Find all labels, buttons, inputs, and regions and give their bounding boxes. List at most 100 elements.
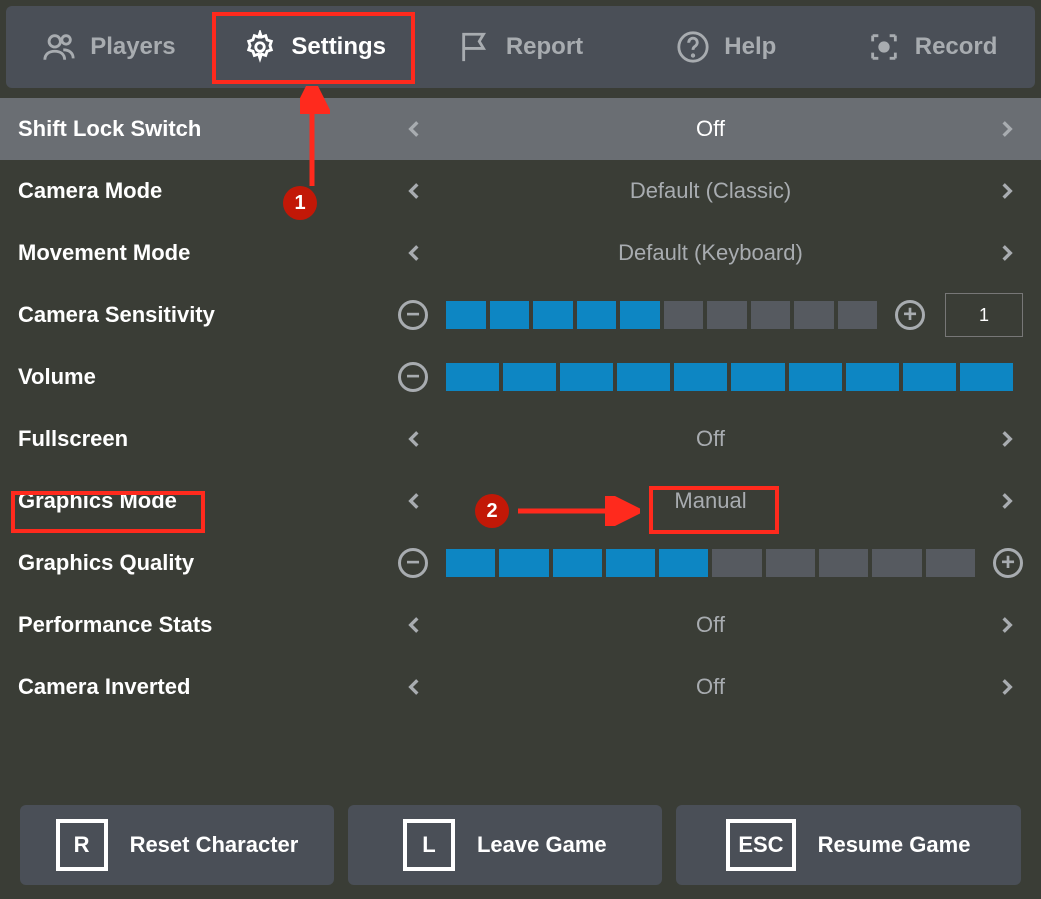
graphics-mode-prev[interactable]: [398, 485, 430, 517]
volume-slider[interactable]: [446, 363, 1013, 391]
segment: [766, 549, 815, 577]
tab-help-label: Help: [724, 33, 776, 61]
chevron-right-icon: [997, 113, 1017, 145]
leave-game-label: Leave Game: [477, 832, 607, 858]
camera-mode-next[interactable]: [991, 175, 1023, 207]
movement-mode-prev[interactable]: [398, 237, 430, 269]
tab-settings-label: Settings: [291, 33, 386, 61]
camera-sensitivity-input[interactable]: [945, 293, 1023, 337]
segment: [617, 363, 670, 391]
volume-minus[interactable]: −: [398, 362, 428, 392]
shift-lock-value: Off: [438, 116, 983, 142]
row-camera-mode: Camera Mode Default (Classic): [0, 160, 1041, 222]
row-graphics-quality: Graphics Quality − +: [0, 532, 1041, 594]
tab-players[interactable]: Players: [6, 6, 212, 88]
camera-sensitivity-minus[interactable]: −: [398, 300, 428, 330]
camera-sensitivity-plus[interactable]: +: [895, 300, 925, 330]
help-icon: [676, 30, 710, 64]
segment: [707, 301, 747, 329]
graphics-quality-slider[interactable]: [446, 549, 975, 577]
camera-inverted-next[interactable]: [991, 671, 1023, 703]
tab-players-label: Players: [90, 33, 175, 61]
row-camera-inverted: Camera Inverted Off: [0, 656, 1041, 718]
segment: [960, 363, 1013, 391]
tab-bar: Players Settings Report Help Record: [6, 6, 1035, 88]
chevron-left-icon: [404, 671, 424, 703]
segment: [620, 301, 660, 329]
segment: [577, 301, 617, 329]
segment: [712, 549, 761, 577]
segment: [731, 363, 784, 391]
tab-record[interactable]: Record: [829, 6, 1035, 88]
label-volume: Volume: [18, 364, 398, 390]
tab-record-label: Record: [915, 33, 998, 61]
movement-mode-value: Default (Keyboard): [438, 240, 983, 266]
graphics-mode-next[interactable]: [991, 485, 1023, 517]
label-camera-inverted: Camera Inverted: [18, 674, 398, 700]
label-shift-lock: Shift Lock Switch: [18, 116, 398, 142]
fullscreen-prev[interactable]: [398, 423, 430, 455]
fullscreen-next[interactable]: [991, 423, 1023, 455]
performance-stats-prev[interactable]: [398, 609, 430, 641]
label-fullscreen: Fullscreen: [18, 426, 398, 452]
camera-mode-prev[interactable]: [398, 175, 430, 207]
segment: [664, 301, 704, 329]
key-hint-resume: ESC: [726, 819, 795, 871]
chevron-left-icon: [404, 609, 424, 641]
graphics-quality-plus[interactable]: +: [993, 548, 1023, 578]
resume-game-button[interactable]: ESC Resume Game: [676, 805, 1021, 885]
segment: [751, 301, 791, 329]
segment: [533, 301, 573, 329]
tab-report-label: Report: [506, 33, 583, 61]
segment: [503, 363, 556, 391]
camera-inverted-value: Off: [438, 674, 983, 700]
key-hint-reset: R: [56, 819, 108, 871]
segment: [674, 363, 727, 391]
chevron-right-icon: [997, 609, 1017, 641]
record-icon: [867, 30, 901, 64]
key-hint-leave: L: [403, 819, 455, 871]
label-camera-sensitivity: Camera Sensitivity: [18, 302, 398, 328]
minus-icon: −: [406, 303, 420, 327]
segment: [499, 549, 548, 577]
resume-game-label: Resume Game: [818, 832, 971, 858]
chevron-left-icon: [404, 485, 424, 517]
graphics-quality-minus[interactable]: −: [398, 548, 428, 578]
segment: [446, 363, 499, 391]
camera-sensitivity-slider[interactable]: [446, 301, 877, 329]
movement-mode-next[interactable]: [991, 237, 1023, 269]
row-movement-mode: Movement Mode Default (Keyboard): [0, 222, 1041, 284]
label-movement-mode: Movement Mode: [18, 240, 398, 266]
row-graphics-mode: Graphics Mode Manual: [0, 470, 1041, 532]
chevron-left-icon: [404, 113, 424, 145]
label-graphics-mode: Graphics Mode: [18, 488, 398, 514]
segment: [553, 549, 602, 577]
camera-inverted-prev[interactable]: [398, 671, 430, 703]
row-fullscreen: Fullscreen Off: [0, 408, 1041, 470]
fullscreen-value: Off: [438, 426, 983, 452]
segment: [872, 549, 921, 577]
graphics-mode-value: Manual: [438, 488, 983, 514]
plus-icon: +: [1001, 551, 1015, 575]
segment: [794, 301, 834, 329]
segment: [903, 363, 956, 391]
shift-lock-prev[interactable]: [398, 113, 430, 145]
tab-settings[interactable]: Settings: [212, 6, 418, 88]
segment: [560, 363, 613, 391]
chevron-right-icon: [997, 237, 1017, 269]
segment: [446, 549, 495, 577]
reset-character-button[interactable]: R Reset Character: [20, 805, 334, 885]
tab-help[interactable]: Help: [623, 6, 829, 88]
reset-character-label: Reset Character: [130, 832, 299, 858]
settings-panel: Shift Lock Switch Off Camera Mode Defaul…: [0, 98, 1041, 718]
leave-game-button[interactable]: L Leave Game: [348, 805, 662, 885]
shift-lock-next[interactable]: [991, 113, 1023, 145]
chevron-left-icon: [404, 175, 424, 207]
players-icon: [42, 30, 76, 64]
segment: [606, 549, 655, 577]
chevron-right-icon: [997, 423, 1017, 455]
row-performance-stats: Performance Stats Off: [0, 594, 1041, 656]
performance-stats-next[interactable]: [991, 609, 1023, 641]
tab-report[interactable]: Report: [418, 6, 624, 88]
segment: [659, 549, 708, 577]
